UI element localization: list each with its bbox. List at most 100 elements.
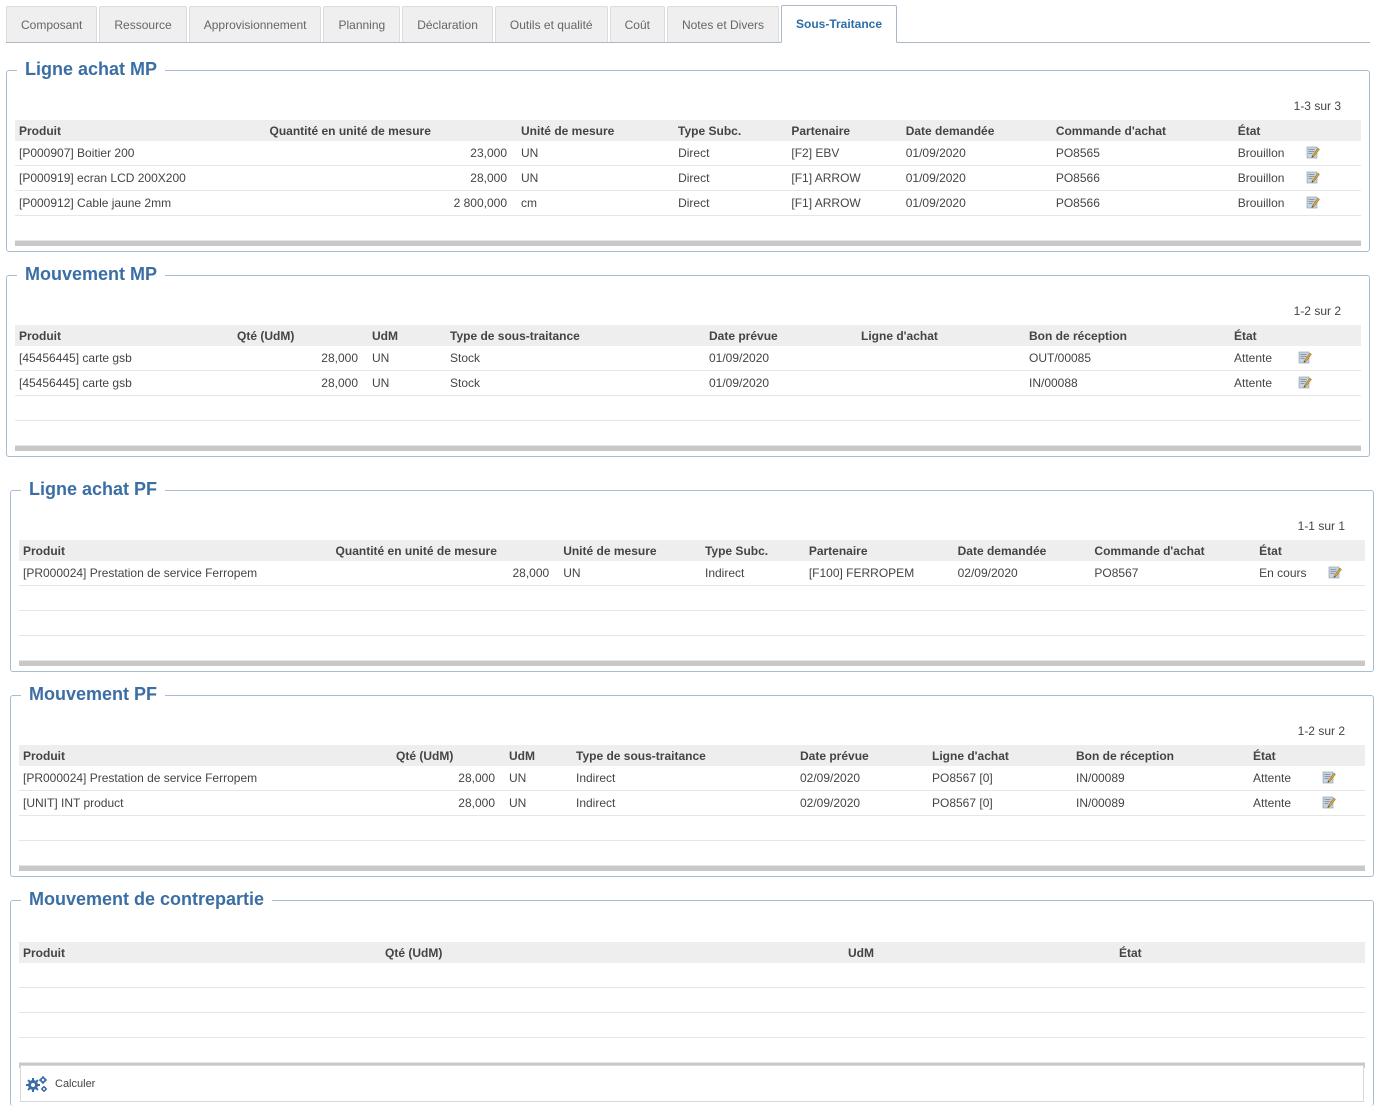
- table-cell: Indirect: [576, 771, 616, 785]
- table-ligne-achat-pf: Produit Quantité en unité de mesure Unité …: [19, 540, 1365, 666]
- column-header[interactable]: Commande d'achat: [1090, 544, 1255, 558]
- table-cell: [P000919] ecran LCD 200X200: [19, 171, 186, 185]
- tab-outils-qualite[interactable]: Outils et qualité: [494, 6, 608, 42]
- tab-approvisionnement[interactable]: Approvisionnement: [188, 6, 322, 42]
- row-actions: [1288, 195, 1361, 212]
- column-header[interactable]: Commande d'achat: [1052, 124, 1234, 138]
- table-cell: cm: [521, 196, 537, 210]
- column-header[interactable]: Qté (UdM): [392, 749, 505, 763]
- edit-icon[interactable]: [1306, 195, 1321, 209]
- column-header[interactable]: Produit: [19, 544, 332, 558]
- column-header[interactable]: Bon de réception: [1025, 329, 1230, 343]
- column-header[interactable]: Date demandée: [954, 544, 1091, 558]
- column-header[interactable]: Quantité en unité de mesure: [332, 544, 560, 558]
- table-cell: UN: [372, 351, 390, 365]
- column-header[interactable]: Type Subc.: [701, 544, 805, 558]
- column-header[interactable]: État: [1230, 329, 1280, 343]
- tab-composant[interactable]: Composant: [6, 6, 98, 42]
- column-header[interactable]: Type de sous-traitance: [446, 329, 705, 343]
- table-cell: UN: [563, 566, 581, 580]
- row-actions: [1304, 795, 1363, 812]
- column-header[interactable]: Date demandée: [902, 124, 1052, 138]
- tab-cout[interactable]: Coût: [609, 6, 665, 42]
- column-header[interactable]: UdM: [844, 946, 1115, 960]
- table-cell: Brouillon: [1237, 146, 1285, 160]
- table-cell: 01/09/2020: [905, 196, 966, 210]
- table-cell: UN: [509, 771, 527, 785]
- column-header[interactable]: Unité de mesure: [517, 124, 674, 138]
- table-ligne-achat-mp: Produit Quantité en unité de mesure Unité …: [15, 120, 1361, 246]
- section-ligne-achat-pf: Ligne achat PF 1-1 sur 1 Produit Quantité…: [10, 476, 1374, 672]
- calculer-button[interactable]: Calculer: [20, 1065, 1364, 1102]
- table-cell: Direct: [678, 196, 710, 210]
- table-row[interactable]: [45456445] carte gsb 28,000 UN Stock 01/09/2…: [15, 346, 1361, 371]
- table-cell: PO8567 [0]: [932, 771, 993, 785]
- empty-row: [19, 816, 1365, 841]
- table-cell: Attente: [1253, 796, 1292, 810]
- column-header[interactable]: Type de sous-traitance: [572, 749, 796, 763]
- table-cell: Direct: [678, 171, 710, 185]
- column-header[interactable]: État: [1255, 544, 1310, 558]
- column-header[interactable]: Unité de mesure: [559, 544, 701, 558]
- empty-row: [19, 636, 1365, 661]
- column-header[interactable]: Partenaire: [805, 544, 954, 558]
- column-header[interactable]: État: [1234, 124, 1289, 138]
- column-header[interactable]: Qté (UdM): [233, 329, 368, 343]
- column-header[interactable]: Produit: [15, 329, 233, 343]
- empty-row: [15, 216, 1361, 241]
- edit-icon[interactable]: [1306, 170, 1321, 184]
- table-row[interactable]: [45456445] carte gsb 28,000 UN Stock 01/09/2…: [15, 371, 1361, 396]
- table-cell: Stock: [450, 351, 481, 365]
- edit-icon[interactable]: [1322, 795, 1336, 809]
- edit-icon[interactable]: [1298, 375, 1312, 389]
- column-header[interactable]: Ligne d'achat: [857, 329, 1025, 343]
- tab-sous-traitance[interactable]: Sous-Traitance: [781, 5, 898, 43]
- column-header[interactable]: Produit: [19, 749, 392, 763]
- table-cell: 28,000: [470, 171, 507, 185]
- table-header: Produit Quantité en unité de mesure Unité …: [19, 540, 1365, 561]
- table-row[interactable]: [UNIT] INT product 28,000 UN Indirect 02/09/…: [19, 791, 1365, 816]
- edit-icon[interactable]: [1328, 565, 1342, 579]
- empty-row: [15, 396, 1361, 421]
- column-header[interactable]: Ligne d'achat: [928, 749, 1072, 763]
- column-header[interactable]: Produit: [19, 946, 381, 960]
- table-cell: UN: [521, 171, 539, 185]
- tab-planning[interactable]: Planning: [323, 6, 401, 42]
- table-row[interactable]: [PR000024] Prestation de service Ferrope…: [19, 766, 1365, 791]
- tab-declaration[interactable]: Déclaration: [402, 6, 493, 42]
- tab-ressource[interactable]: Ressource: [99, 6, 187, 42]
- table-row[interactable]: [P000907] Boitier 200 23,000 UN Direct [F2] …: [15, 141, 1361, 166]
- table-cell: 2 800,000: [453, 196, 507, 210]
- column-header[interactable]: Qté (UdM): [381, 946, 844, 960]
- column-header[interactable]: Type Subc.: [674, 124, 787, 138]
- section-title: Mouvement de contrepartie: [21, 886, 273, 912]
- column-header[interactable]: État: [1115, 946, 1363, 960]
- table-row[interactable]: [PR000024] Prestation de service Ferrope…: [19, 561, 1365, 586]
- table-row[interactable]: [P000919] ecran LCD 200X200 28,000 UN Direc…: [15, 166, 1361, 191]
- edit-icon[interactable]: [1322, 770, 1336, 784]
- column-header[interactable]: Produit: [15, 124, 266, 138]
- column-header[interactable]: Partenaire: [787, 124, 901, 138]
- table-cell: Stock: [450, 376, 481, 390]
- edit-icon[interactable]: [1306, 145, 1321, 159]
- column-header[interactable]: UdM: [368, 329, 446, 343]
- table-footer: [19, 866, 1365, 871]
- table-cell: IN/00088: [1029, 376, 1078, 390]
- table-cell: [F1] ARROW: [791, 171, 861, 185]
- calculer-label: Calculer: [55, 1077, 96, 1090]
- table-row[interactable]: [P000912] Cable jaune 2mm 2 800,000 cm Dire…: [15, 191, 1361, 216]
- edit-icon[interactable]: [1298, 350, 1312, 364]
- column-header[interactable]: Bon de réception: [1072, 749, 1249, 763]
- column-header[interactable]: Quantité en unité de mesure: [266, 124, 517, 138]
- table-cell: PO8567 [0]: [932, 796, 993, 810]
- column-header[interactable]: Date prévue: [705, 329, 857, 343]
- tab-notes-divers[interactable]: Notes et Divers: [666, 6, 779, 42]
- column-header[interactable]: Date prévue: [796, 749, 928, 763]
- section-mouvement-mp: Mouvement MP 1-2 sur 2 Produit Qté (UdM) U…: [6, 261, 1370, 457]
- table-cell: UN: [372, 376, 390, 390]
- column-header[interactable]: État: [1249, 749, 1304, 763]
- table-cell: 28,000: [321, 351, 358, 365]
- empty-row: [19, 1013, 1365, 1038]
- table-cell: Indirect: [576, 796, 616, 810]
- column-header[interactable]: UdM: [505, 749, 572, 763]
